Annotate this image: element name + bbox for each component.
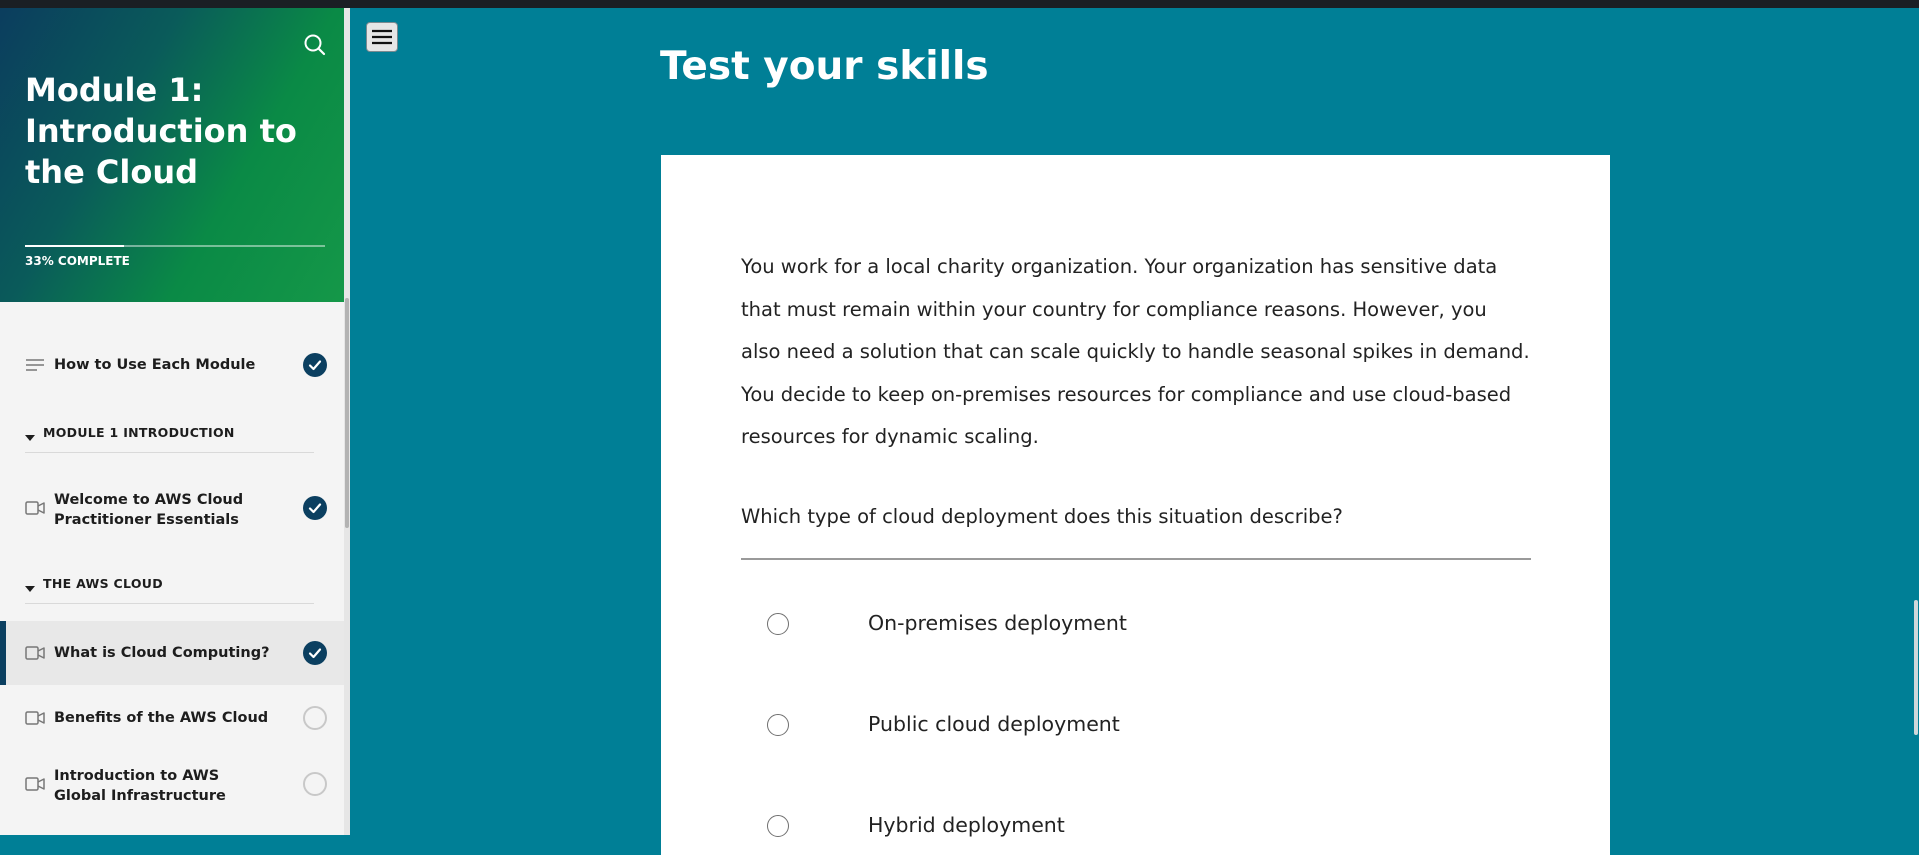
sidebar-header: Module 1: Introduction to the Cloud 33% … <box>0 8 350 302</box>
search-icon[interactable] <box>300 30 330 60</box>
lesson-introduction-to-aws-global-infrastructure[interactable]: Introduction to AWS Global Infrastructur… <box>0 748 344 824</box>
lesson-label: Introduction to AWS Global Infrastructur… <box>54 768 226 804</box>
hamburger-icon <box>372 29 392 45</box>
quiz-card: You work for a local charity organizatio… <box>661 155 1610 855</box>
radio-button[interactable] <box>767 613 789 635</box>
video-icon <box>25 776 45 792</box>
answer-option-on-premises[interactable]: On-premises deployment <box>741 593 1531 653</box>
course-sidebar: Module 1: Introduction to the Cloud 33% … <box>0 8 350 835</box>
option-label: Public cloud deployment <box>868 712 1120 736</box>
section-module-1-introduction[interactable]: MODULE 1 INTRODUCTION <box>25 416 314 453</box>
progress-bar-fill <box>25 245 124 247</box>
option-label: Hybrid deployment <box>868 813 1065 837</box>
progress-label: 33% COMPLETE <box>25 254 130 268</box>
section-label: THE AWS CLOUD <box>43 576 163 591</box>
sidebar-scrollbar-thumb[interactable] <box>345 298 349 528</box>
text-lines-icon <box>25 357 45 373</box>
radio-button[interactable] <box>767 815 789 837</box>
complete-check-icon <box>303 496 327 520</box>
incomplete-circle-icon <box>303 772 327 796</box>
page-title: Test your skills <box>660 44 989 89</box>
answer-option-hybrid[interactable]: Hybrid deployment <box>741 795 1531 855</box>
complete-check-icon <box>303 641 327 665</box>
divider <box>741 558 1531 560</box>
video-icon <box>25 710 45 726</box>
radio-button[interactable] <box>767 714 789 736</box>
complete-check-icon <box>303 353 327 377</box>
video-icon <box>25 500 45 516</box>
lesson-label: What is Cloud Computing? <box>54 645 270 661</box>
browser-top-strip <box>0 0 1919 8</box>
lesson-how-to-use-each-module[interactable]: How to Use Each Module <box>0 339 344 391</box>
module-title: Module 1: Introduction to the Cloud <box>25 71 297 191</box>
question-prompt: Which type of cloud deployment does this… <box>741 505 1343 528</box>
main-scrollbar-thumb[interactable] <box>1914 600 1918 735</box>
lesson-what-is-cloud-computing[interactable]: What is Cloud Computing? <box>0 621 344 685</box>
section-the-aws-cloud[interactable]: THE AWS CLOUD <box>25 567 314 604</box>
question-text: You work for a local charity organizatio… <box>741 255 1530 448</box>
hamburger-menu-button[interactable] <box>366 22 398 52</box>
lesson-welcome-to-aws-cloud-practitioner-essentials[interactable]: Welcome to AWS Cloud Practitioner Essent… <box>0 480 344 540</box>
lesson-label: Benefits of the AWS Cloud <box>54 710 269 726</box>
section-label: MODULE 1 INTRODUCTION <box>43 425 235 440</box>
lesson-benefits-of-the-aws-cloud[interactable]: Benefits of the AWS Cloud <box>0 690 344 744</box>
option-label: On-premises deployment <box>868 611 1127 635</box>
progress-bar <box>25 245 325 247</box>
incomplete-circle-icon <box>303 706 327 730</box>
video-icon <box>25 645 45 661</box>
caret-down-icon <box>25 580 35 592</box>
answer-option-public-cloud[interactable]: Public cloud deployment <box>741 694 1531 754</box>
caret-down-icon <box>25 429 35 441</box>
lesson-label: Welcome to AWS Cloud Practitioner Essent… <box>54 492 244 528</box>
lesson-label: How to Use Each Module <box>54 357 256 373</box>
